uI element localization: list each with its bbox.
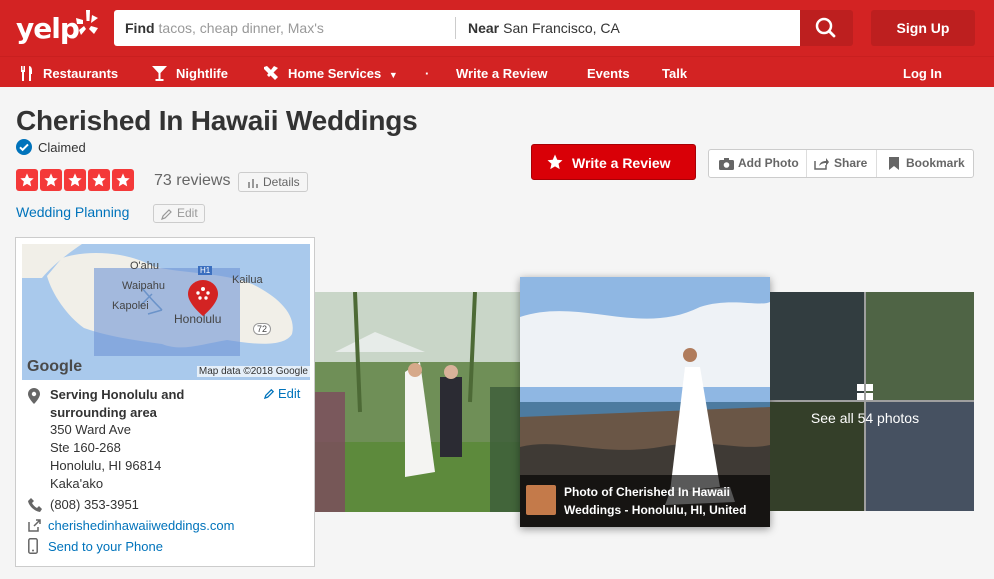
rating-star-icon [40,169,62,191]
caption-line-1: Photo of Cherished In Hawaii [564,485,731,499]
near-input[interactable]: Near San Francisco, CA [456,17,800,39]
camera-icon [719,158,734,170]
location-map[interactable]: O'ahu Waipahu Kapolei Kailua Honolulu H1… [22,244,310,380]
find-placeholder: tacos, cheap dinner, Max's [158,20,324,36]
bookmark-label: Bookmark [906,156,965,170]
nav-nightlife[interactable]: Nightlife [152,57,228,88]
cocktail-icon [152,66,167,81]
rating-star-icon [112,169,134,191]
nav-restaurants[interactable]: Restaurants [20,57,118,88]
main-nav: Restaurants Nightlife Home Services ▼ · … [0,56,994,87]
top-header: yelp Find tacos, cheap dinner, Max's Near… [0,0,994,56]
service-area: Serving Honolulu and surrounding area [50,387,185,420]
chevron-down-icon: ▼ [388,70,398,80]
logo-text: yelp [16,12,80,45]
review-count[interactable]: 73 reviews [154,172,230,190]
caption-thumbnail [526,485,556,515]
nav-talk[interactable]: Talk [662,57,687,88]
address-line-3: Honolulu, HI 96814 [50,458,162,473]
bar-chart-icon [248,179,258,188]
location-pin-icon [28,388,40,404]
near-value: San Francisco, CA [503,20,620,36]
search-button[interactable] [800,10,853,46]
details-label: Details [263,175,300,189]
share-label: Share [834,156,868,170]
photo-ceremony[interactable] [315,292,520,512]
pencil-icon [161,209,172,220]
edit-location-link[interactable]: Edit [263,386,301,401]
map-credit: Map data ©2018 Google [196,366,310,377]
bookmark-button[interactable]: Bookmark [877,150,973,177]
see-all-label: See all 54 photos [810,410,920,426]
signup-button[interactable]: Sign Up [871,10,975,46]
phone-icon [28,498,42,512]
caption-line-2: Weddings - Honolulu, HI, United [564,503,747,517]
yelp-burst-icon [76,10,98,35]
pencil-icon [263,388,275,400]
bookmark-icon [889,157,899,170]
add-photo-label: Add Photo [738,156,799,170]
nav-home-services-label: Home Services [288,66,382,81]
nav-events[interactable]: Events [587,57,630,88]
nav-restaurants-label: Restaurants [43,66,119,81]
see-all-photos[interactable]: See all 54 photos [770,292,974,511]
find-input[interactable]: Find tacos, cheap dinner, Max's [114,17,456,39]
interstate-shield-icon: H1 [198,266,213,275]
tools-icon [264,66,278,80]
route-shield-icon: 72 [253,323,272,335]
map-label-kailua: Kailua [232,274,263,286]
address-line-1: 350 Ward Ave [50,422,131,437]
ceremony-photo-image [315,292,520,512]
grid-icon [857,384,873,400]
website-link[interactable]: cherishedinhawaiiweddings.com [48,518,234,533]
edit-location-label: Edit [278,386,301,401]
share-icon [814,158,829,170]
near-label: Near [468,20,500,36]
rating-star-icon [16,169,38,191]
mobile-phone-icon [28,538,38,554]
neighborhood: Kaka'ako [50,476,104,491]
rating-star-icon [88,169,110,191]
map-label-waipahu: Waipahu [122,280,166,292]
map-label-kapolei: Kapolei [112,300,149,312]
edit-category-button[interactable]: Edit [153,204,205,223]
claimed-badge: Claimed [16,139,86,157]
write-review-label: Write a Review [572,155,671,171]
search-bar: Find tacos, cheap dinner, Max's Near San F… [114,10,800,46]
share-button[interactable]: Share [807,150,877,177]
action-button-group: Add Photo Share Bookmark [708,149,974,178]
category-link[interactable]: Wedding Planning [16,204,129,220]
edit-label: Edit [177,206,198,220]
nav-nightlife-label: Nightlife [176,66,228,81]
business-page: Cherished In Hawaii Weddings Claimed 73 … [0,87,994,579]
yelp-logo[interactable]: yelp [16,8,98,48]
nav-login[interactable]: Log In [903,57,942,88]
address-line-2: Ste 160-268 [50,440,121,455]
nav-home-services[interactable]: Home Services ▼ [263,57,398,88]
fork-knife-icon [21,66,32,81]
star-rating [16,169,134,191]
photo-featured[interactable]: Photo of Cherished In Hawaii Weddings - … [520,277,770,527]
page-title: Cherished In Hawaii Weddings [16,105,418,136]
external-link-icon [28,519,41,532]
photo-grid-images [770,292,974,511]
photo-caption: Photo of Cherished In Hawaii Weddings - … [520,475,770,527]
find-label: Find [125,20,155,36]
map-label-oahu: O'ahu [130,260,160,272]
rating-star-icon [64,169,86,191]
google-logo: Google [27,358,83,375]
star-icon [547,154,563,170]
add-photo-button[interactable]: Add Photo [709,150,807,177]
details-button[interactable]: Details [238,172,308,192]
phone-number: (808) 353-3951 [50,497,139,512]
write-review-button[interactable]: Write a Review [531,144,696,180]
nav-write-review[interactable]: Write a Review [456,57,548,88]
claimed-label: Claimed [38,140,86,155]
verified-check-icon [16,139,32,155]
map-pin-icon[interactable] [188,280,218,316]
map-card: O'ahu Waipahu Kapolei Kailua Honolulu H1… [15,237,315,567]
nav-separator: · [425,66,430,81]
send-to-phone-link[interactable]: Send to your Phone [48,539,163,554]
search-icon [815,17,836,38]
